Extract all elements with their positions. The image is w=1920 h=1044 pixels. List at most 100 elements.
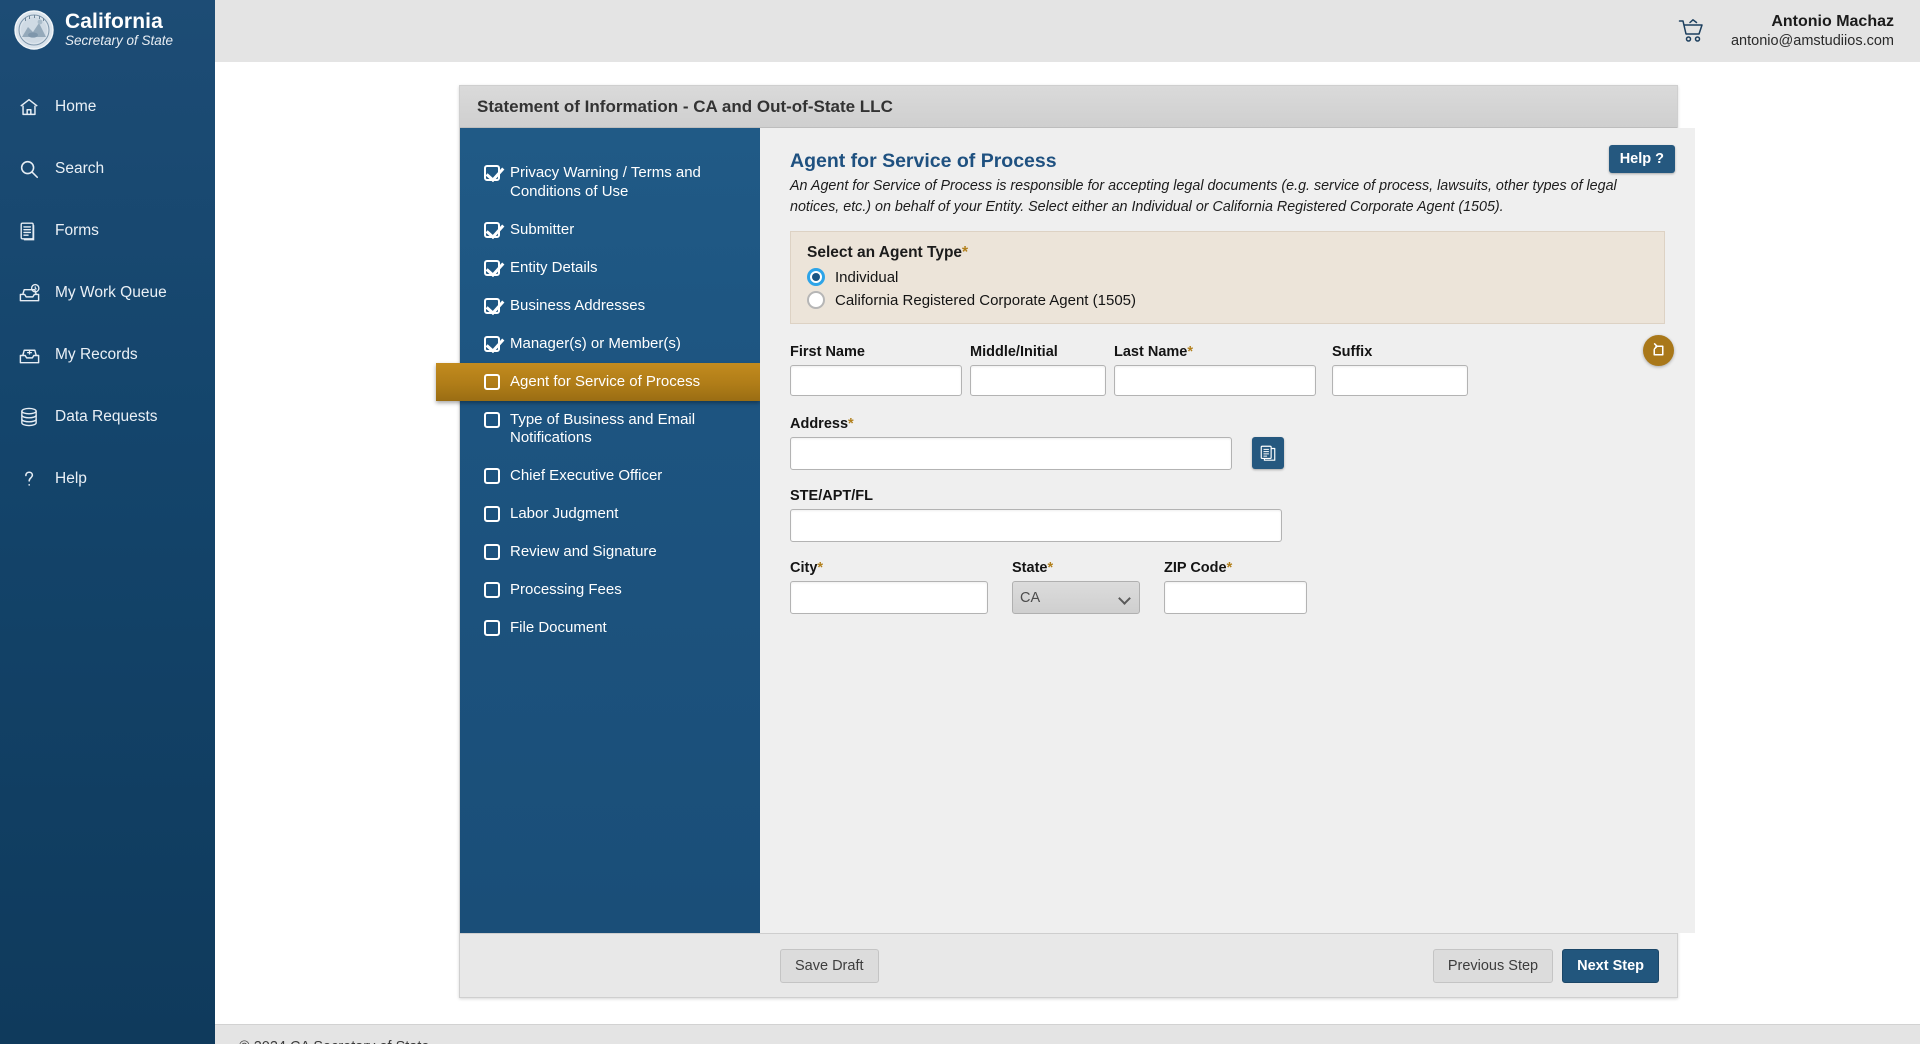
- step-business-addresses[interactable]: Business Addresses: [460, 287, 760, 325]
- previous-step-button[interactable]: Previous Step: [1432, 948, 1554, 983]
- first-name-label-text: First Name: [790, 344, 865, 361]
- last-name-group: Last Name*: [1114, 344, 1316, 397]
- suffix-input[interactable]: [1332, 365, 1468, 397]
- checkbox-unchecked-icon: [484, 373, 500, 390]
- city-group: City*: [790, 560, 988, 615]
- step-privacy-warning-terms-and-conditions-of-use[interactable]: Privacy Warning / Terms and Conditions o…: [460, 154, 760, 211]
- next-step-button[interactable]: Next Step: [1562, 948, 1659, 983]
- records-icon: [17, 343, 41, 367]
- last-name-label-text: Last Name: [1114, 344, 1188, 361]
- checkbox-unchecked-icon: [484, 620, 500, 636]
- city-state-zip-row: City* State* CA ZIP Code*: [790, 560, 1665, 615]
- checkbox-checked-icon: [484, 297, 500, 314]
- suffix-label-text: Suffix: [1332, 344, 1373, 361]
- sidebar-item-my-records[interactable]: My Records: [0, 324, 215, 386]
- step-managers-or-members[interactable]: Manager(s) or Member(s): [460, 325, 760, 363]
- sidebar-item-label: My Records: [55, 346, 138, 363]
- question-mark-icon: [17, 467, 41, 491]
- checkbox-unchecked-icon: [484, 411, 500, 428]
- brand-header[interactable]: California Secretary of State: [0, 0, 215, 62]
- step-review-and-signature[interactable]: Review and Signature: [460, 533, 760, 571]
- checkbox-checked-icon: [484, 221, 500, 238]
- ste-apt-fl-input[interactable]: [790, 509, 1282, 543]
- step-label: Review and Signature: [510, 543, 657, 560]
- step-type-of-business-and-email-notifications[interactable]: Type of Business and Email Notifications: [460, 401, 760, 458]
- agent-type-fieldset: Select an Agent Type* Individual Califor…: [790, 231, 1665, 325]
- step-label: Submitter: [510, 220, 575, 238]
- radio-option-california-registered-corporate-agent[interactable]: California Registered Corporate Agent (1…: [807, 291, 1648, 310]
- user-account-block[interactable]: Antonio Machaz antonio@amstudiios.com: [1731, 12, 1894, 50]
- main-region: Antonio Machaz antonio@amstudiios.com St…: [215, 0, 1920, 1044]
- ste-apt-fl-row: STE/APT/FL: [790, 488, 1665, 543]
- step-processing-fees[interactable]: Processing Fees: [460, 571, 760, 609]
- required-marker: *: [848, 416, 854, 433]
- wizard-step-list: Privacy Warning / Terms and Conditions o…: [436, 128, 760, 933]
- required-marker: *: [1047, 560, 1054, 577]
- checkbox-unchecked-icon: [484, 506, 500, 522]
- checkbox-unchecked-icon: [484, 544, 500, 560]
- agent-type-legend: Select an Agent Type*: [807, 244, 1648, 262]
- help-button[interactable]: Help ?: [1608, 145, 1675, 173]
- wizard-footer-bar: Save Draft Previous Step Next Step: [460, 933, 1677, 997]
- address-input[interactable]: [790, 437, 1232, 471]
- sidebar-item-label: Help: [55, 470, 87, 487]
- step-file-document[interactable]: File Document: [460, 609, 760, 647]
- required-marker: *: [962, 244, 969, 262]
- ste-apt-fl-group: STE/APT/FL: [790, 488, 1282, 543]
- middle-initial-input[interactable]: [970, 365, 1106, 397]
- state-label: State*: [1012, 560, 1140, 576]
- section-description: An Agent for Service of Process is respo…: [790, 178, 1617, 215]
- middle-initial-group: Middle/Initial: [970, 344, 1106, 397]
- search-icon: [17, 157, 41, 181]
- agent-type-legend-text: Select an Agent Type: [807, 244, 963, 262]
- radio-label: California Registered Corporate Agent (1…: [835, 291, 1137, 309]
- save-draft-button[interactable]: Save Draft: [780, 948, 879, 983]
- first-name-input[interactable]: [790, 365, 962, 397]
- sidebar-item-help[interactable]: Help: [0, 448, 215, 510]
- top-bar: Antonio Machaz antonio@amstudiios.com: [215, 0, 1920, 62]
- checkbox-unchecked-icon: [484, 468, 500, 484]
- ste-apt-fl-label-text: STE/APT/FL: [790, 488, 873, 505]
- sidebar-item-data-requests[interactable]: Data Requests: [0, 386, 215, 448]
- step-submitter[interactable]: Submitter: [460, 211, 760, 249]
- sidebar-item-forms[interactable]: Forms: [0, 200, 215, 262]
- last-name-label: Last Name*: [1114, 344, 1316, 360]
- zip-code-input[interactable]: [1164, 581, 1307, 615]
- city-input[interactable]: [790, 581, 988, 615]
- step-entity-details[interactable]: Entity Details: [460, 249, 760, 287]
- middle-initial-label: Middle/Initial: [970, 344, 1106, 360]
- state-label-text: State: [1012, 560, 1048, 577]
- section-title: Agent for Service of Process: [790, 150, 1057, 172]
- checkbox-checked-icon: [484, 165, 500, 181]
- sidebar-item-home[interactable]: Home: [0, 76, 215, 138]
- sidebar-item-label: My Work Queue: [55, 284, 167, 301]
- copy-address-icon-button[interactable]: [1252, 437, 1284, 470]
- user-email: antonio@amstudiios.com: [1730, 32, 1894, 49]
- step-label: Entity Details: [510, 258, 598, 276]
- step-agent-for-service-of-process[interactable]: Agent for Service of Process: [436, 362, 760, 401]
- radio-option-individual[interactable]: Individual: [807, 268, 1648, 287]
- step-chief-executive-officer[interactable]: Chief Executive Officer: [460, 457, 760, 495]
- step-labor-judgment[interactable]: Labor Judgment: [460, 495, 760, 533]
- required-marker: *: [1226, 560, 1233, 577]
- step-label: Manager(s) or Member(s): [510, 334, 681, 352]
- first-name-label: First Name: [790, 344, 962, 360]
- application-root: California Secretary of State Home Searc…: [0, 0, 1920, 1044]
- shopping-cart-icon[interactable]: [1675, 16, 1709, 46]
- last-name-input[interactable]: [1114, 365, 1316, 397]
- step-label: Privacy Warning / Terms and Conditions o…: [510, 164, 701, 200]
- page-footer: © 2024 CA Secretary of State: [215, 1024, 1920, 1044]
- required-marker: *: [817, 560, 824, 577]
- wizard-footer-inner: Save Draft Previous Step Next Step: [760, 948, 1659, 983]
- restore-undo-icon-button[interactable]: [1643, 335, 1674, 366]
- step-label: Chief Executive Officer: [510, 467, 663, 484]
- state-select[interactable]: CA: [1012, 581, 1140, 615]
- sidebar-item-search[interactable]: Search: [0, 138, 215, 200]
- sidebar-item-my-work-queue[interactable]: My Work Queue: [0, 262, 215, 324]
- home-icon: [17, 95, 41, 119]
- database-icon: [17, 405, 41, 429]
- brand-subtitle: Secretary of State: [65, 33, 174, 49]
- city-label-text: City: [790, 560, 818, 577]
- zip-code-label-text: ZIP Code: [1164, 560, 1227, 577]
- name-row: First Name Middle/Initial Last Name* Suf…: [790, 344, 1665, 397]
